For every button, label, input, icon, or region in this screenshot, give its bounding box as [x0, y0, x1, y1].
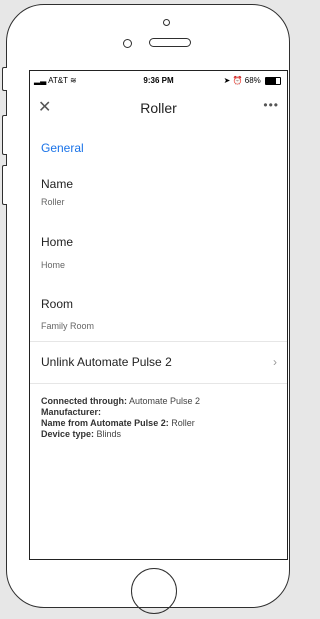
location-icon: ➤	[223, 76, 231, 85]
status-right: ➤ ⏰ 68%	[224, 76, 281, 85]
home-label: Home	[41, 235, 74, 249]
volume-down-button	[2, 165, 7, 205]
name-label: Name	[41, 177, 74, 191]
volume-up-button	[2, 115, 7, 155]
divider	[30, 383, 287, 384]
section-title-general: General	[41, 141, 84, 155]
info-manufacturer: Manufacturer:	[41, 407, 102, 417]
info-connected: Connected through: Automate Pulse 2	[41, 396, 201, 406]
home-value[interactable]: Home	[41, 260, 65, 270]
info-name-from: Name from Automate Pulse 2: Roller	[41, 418, 195, 428]
mute-switch	[2, 67, 7, 91]
front-camera	[123, 39, 132, 48]
status-bar: ▂▃ AT&T ≋ 9:36 PM ➤ ⏰ 68%	[30, 71, 287, 91]
page-title: Roller	[140, 100, 177, 116]
room-label: Room	[41, 297, 74, 311]
info-device-type: Device type: Blinds	[41, 429, 122, 439]
home-button[interactable]	[131, 568, 177, 614]
screen: ▂▃ AT&T ≋ 9:36 PM ➤ ⏰ 68% ✕ Roller ••• G…	[29, 70, 288, 560]
earpiece-speaker	[149, 38, 191, 47]
more-horizontal-icon[interactable]: •••	[263, 98, 279, 112]
unlink-label: Unlink Automate Pulse 2	[41, 355, 172, 369]
unlink-row[interactable]: Unlink Automate Pulse 2 ›	[30, 341, 287, 383]
top-nav: ✕ Roller •••	[30, 93, 287, 123]
chevron-right-icon: ›	[273, 355, 277, 369]
room-value[interactable]: Family Room	[41, 321, 94, 331]
alarm-icon: ⏰	[232, 76, 243, 85]
name-value[interactable]: Roller	[41, 197, 65, 207]
device-info: Connected through: Automate Pulse 2 Manu…	[41, 396, 200, 440]
battery-fill	[266, 77, 276, 84]
battery-percent: 68%	[244, 76, 261, 85]
battery-icon	[265, 76, 281, 85]
sensor-dot	[163, 19, 170, 26]
